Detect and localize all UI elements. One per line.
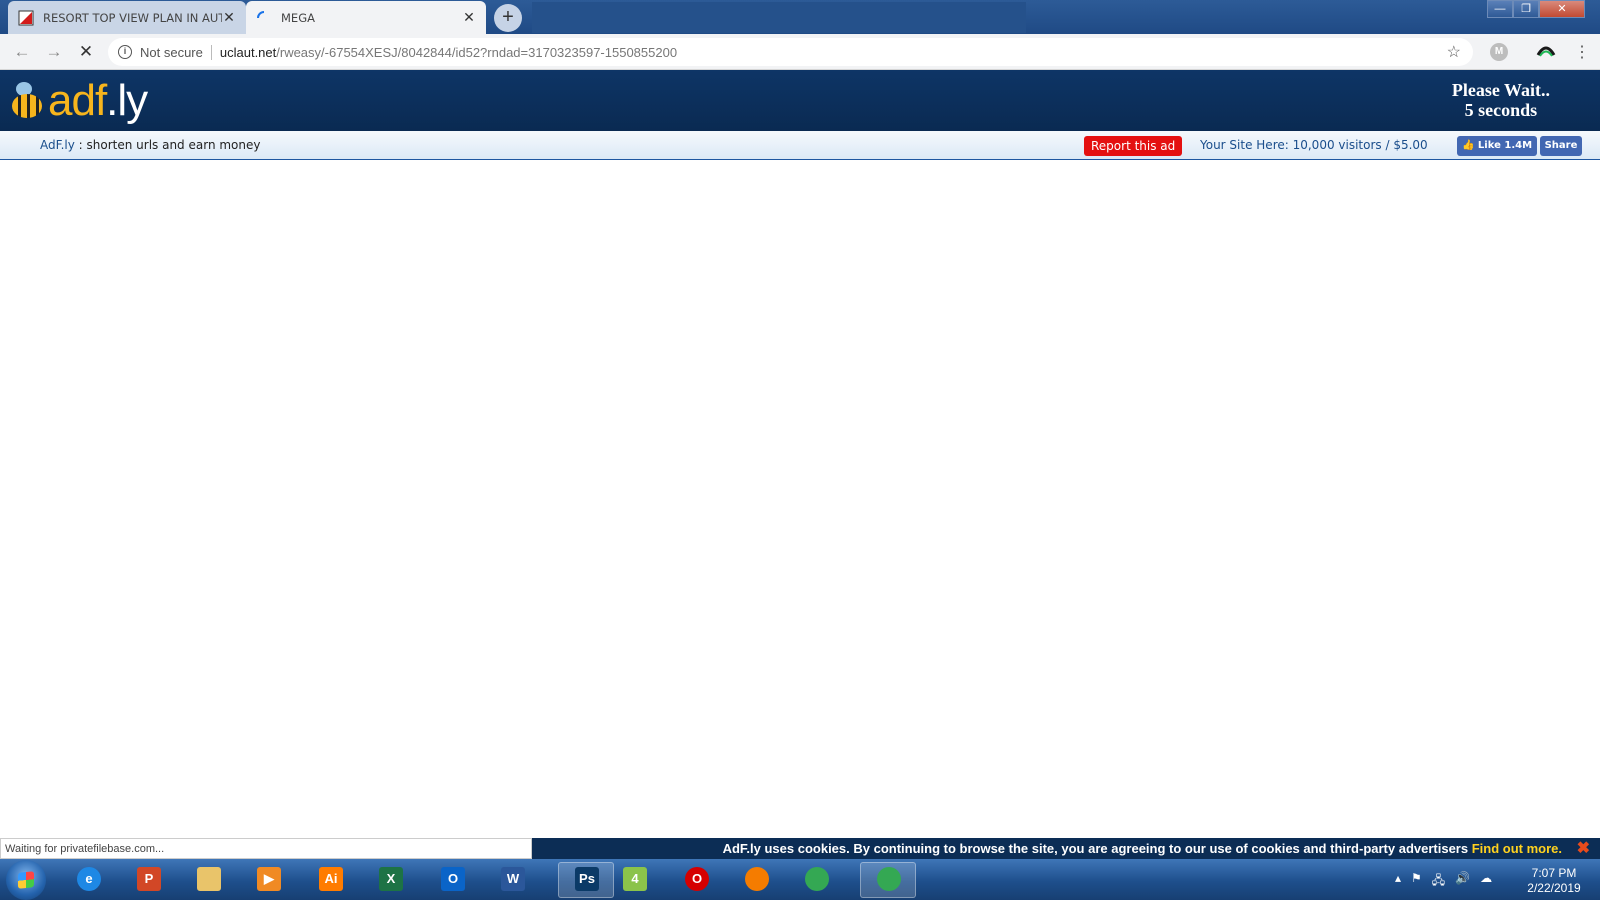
taskbar-illustrator-icon[interactable]: Ai bbox=[314, 863, 348, 896]
file-explorer-glyph bbox=[197, 867, 221, 891]
tray-expand-icon[interactable]: ▴ bbox=[1395, 871, 1401, 892]
taskbar-outlook-icon[interactable]: O bbox=[436, 863, 470, 896]
extension-icon[interactable]: M bbox=[1490, 43, 1508, 61]
loading-spinner-icon bbox=[257, 10, 265, 18]
taskbar-photoshop-icon[interactable]: Ps bbox=[558, 862, 614, 898]
bookmark-star-icon[interactable]: ☆ bbox=[1447, 42, 1461, 62]
powerpoint-glyph: P bbox=[137, 867, 161, 891]
adfly-subheader: AdF.ly : shorten urls and earn money Rep… bbox=[0, 131, 1600, 160]
new-tab-button[interactable]: + bbox=[494, 4, 522, 32]
tab-close-icon[interactable]: ✕ bbox=[462, 9, 476, 26]
adfly-header: adf.ly Please Wait.. 5 seconds bbox=[0, 70, 1600, 131]
url-host: uclaut.net bbox=[219, 44, 277, 60]
clock-date: 2/22/2019 bbox=[1527, 881, 1581, 895]
start-button[interactable] bbox=[6, 860, 46, 900]
excel-glyph: X bbox=[379, 867, 403, 891]
tagline: AdF.ly : shorten urls and earn money bbox=[40, 138, 261, 152]
close-window-button[interactable]: ✕ bbox=[1539, 0, 1585, 18]
windows-logo-icon bbox=[18, 871, 34, 889]
tagline-text: : shorten urls and earn money bbox=[74, 138, 261, 152]
firefox-glyph bbox=[745, 867, 769, 891]
taskbar-excel-icon[interactable]: X bbox=[374, 863, 408, 896]
taskbar-firefox-icon[interactable] bbox=[740, 863, 774, 896]
cookie-find-out-more-link[interactable]: Find out more. bbox=[1472, 841, 1562, 856]
taskbar-file-explorer-icon[interactable] bbox=[192, 863, 226, 896]
logo-text-suffix: .ly bbox=[106, 76, 148, 125]
windows-taskbar: e P ▶ Ai X O W Ps 4 O ▴ ⚑ 🖧 🔊 ☁ 7:07 PM 2/22/2019 bbox=[0, 859, 1600, 900]
tab-mega[interactable]: MEGA ✕ bbox=[246, 1, 486, 34]
internet-explorer-glyph: e bbox=[77, 867, 101, 891]
url-path: /rweasy/-67554XESJ/8042844/id52?rndad=31… bbox=[276, 44, 678, 60]
bee-mascot-icon bbox=[10, 82, 44, 120]
maximize-button[interactable]: ❐ bbox=[1513, 0, 1539, 18]
word-glyph: W bbox=[501, 867, 525, 891]
info-icon[interactable]: i bbox=[118, 45, 132, 59]
your-site-here-link[interactable]: Your Site Here: 10,000 visitors / $5.00 bbox=[1200, 138, 1428, 152]
system-tray: ▴ ⚑ 🖧 🔊 ☁ bbox=[1395, 871, 1492, 892]
taskbar-chrome-active-icon[interactable] bbox=[860, 862, 916, 898]
autocad-favicon-icon bbox=[18, 10, 34, 25]
forward-arrow-icon[interactable]: → bbox=[44, 42, 64, 62]
cookie-banner: AdF.ly uses cookies. By continuing to br… bbox=[532, 838, 1600, 859]
wait-countdown: Please Wait.. 5 seconds bbox=[1452, 80, 1550, 120]
taskbar-internet-explorer-icon[interactable]: e bbox=[72, 863, 106, 896]
tab-title: MEGA bbox=[281, 10, 315, 25]
browser-toolbar: ← → ✕ i Not secure uclaut.net/rweasy/-67… bbox=[0, 34, 1600, 70]
facebook-like-button[interactable]: 👍 Like 1.4M bbox=[1457, 136, 1537, 156]
taskbar-powerpoint-icon[interactable]: P bbox=[132, 863, 166, 896]
taskbar-clock[interactable]: 7:07 PM 2/22/2019 bbox=[1518, 866, 1590, 896]
security-indicator[interactable]: Not secure bbox=[140, 44, 212, 60]
tab-close-icon[interactable]: ✕ bbox=[222, 9, 236, 26]
action-center-flag-icon[interactable]: ⚑ bbox=[1411, 871, 1422, 892]
stop-loading-icon[interactable]: ✕ bbox=[76, 42, 96, 62]
cloud-icon[interactable]: ☁ bbox=[1480, 871, 1492, 892]
taskbar-media-player-icon[interactable]: ▶ bbox=[252, 863, 286, 896]
window-controls: — ❐ ✕ bbox=[1487, 0, 1585, 20]
chrome-glyph bbox=[805, 867, 829, 891]
report-ad-button[interactable]: Report this ad bbox=[1084, 136, 1183, 156]
browser-tab-strip: RESORT TOP VIEW PLAN IN AUTO ✕ MEGA ✕ + … bbox=[0, 0, 1600, 34]
browser-status-text: Waiting for privatefilebase.com... bbox=[0, 838, 532, 859]
page-content-area bbox=[0, 161, 1600, 838]
menu-kebab-icon[interactable]: ⋮ bbox=[1574, 42, 1590, 62]
outlook-glyph: O bbox=[441, 867, 465, 891]
chrome-active-glyph bbox=[877, 867, 901, 891]
facebook-share-button[interactable]: Share bbox=[1540, 136, 1582, 156]
illustrator-glyph: Ai bbox=[319, 867, 343, 891]
adfly-home-link[interactable]: AdF.ly bbox=[40, 138, 75, 152]
clock-time: 7:07 PM bbox=[1531, 866, 1577, 880]
taskbar-app-4-icon[interactable]: 4 bbox=[618, 863, 652, 896]
logo-text-prefix: adf bbox=[48, 76, 107, 125]
address-bar[interactable]: i Not secure uclaut.net/rweasy/-67554XES… bbox=[108, 38, 1473, 66]
app-4-glyph: 4 bbox=[623, 867, 647, 891]
adfly-logo[interactable]: adf.ly bbox=[10, 74, 148, 128]
media-player-glyph: ▶ bbox=[257, 867, 281, 891]
taskbar-chrome-icon[interactable] bbox=[800, 863, 834, 896]
tab-resort-plan[interactable]: RESORT TOP VIEW PLAN IN AUTO ✕ bbox=[8, 1, 246, 34]
photoshop-glyph: Ps bbox=[575, 867, 599, 891]
taskbar-opera-icon[interactable]: O bbox=[680, 863, 714, 896]
cookie-text: AdF.ly uses cookies. By continuing to br… bbox=[722, 841, 1472, 856]
countdown-seconds: 5 seconds bbox=[1464, 100, 1538, 120]
volume-icon[interactable]: 🔊 bbox=[1455, 871, 1470, 892]
wait-label: Please Wait.. bbox=[1451, 80, 1550, 100]
adblock-extension-icon[interactable] bbox=[1536, 43, 1556, 61]
back-arrow-icon[interactable]: ← bbox=[12, 42, 32, 62]
cookie-close-icon[interactable]: ✖ bbox=[1577, 838, 1590, 859]
opera-glyph: O bbox=[685, 867, 709, 891]
minimize-button[interactable]: — bbox=[1487, 0, 1513, 18]
network-icon[interactable]: 🖧 bbox=[1432, 871, 1445, 892]
tab-strip-background bbox=[532, 2, 1026, 33]
taskbar-word-icon[interactable]: W bbox=[496, 863, 530, 896]
tab-title: RESORT TOP VIEW PLAN IN AUTO bbox=[43, 10, 222, 25]
